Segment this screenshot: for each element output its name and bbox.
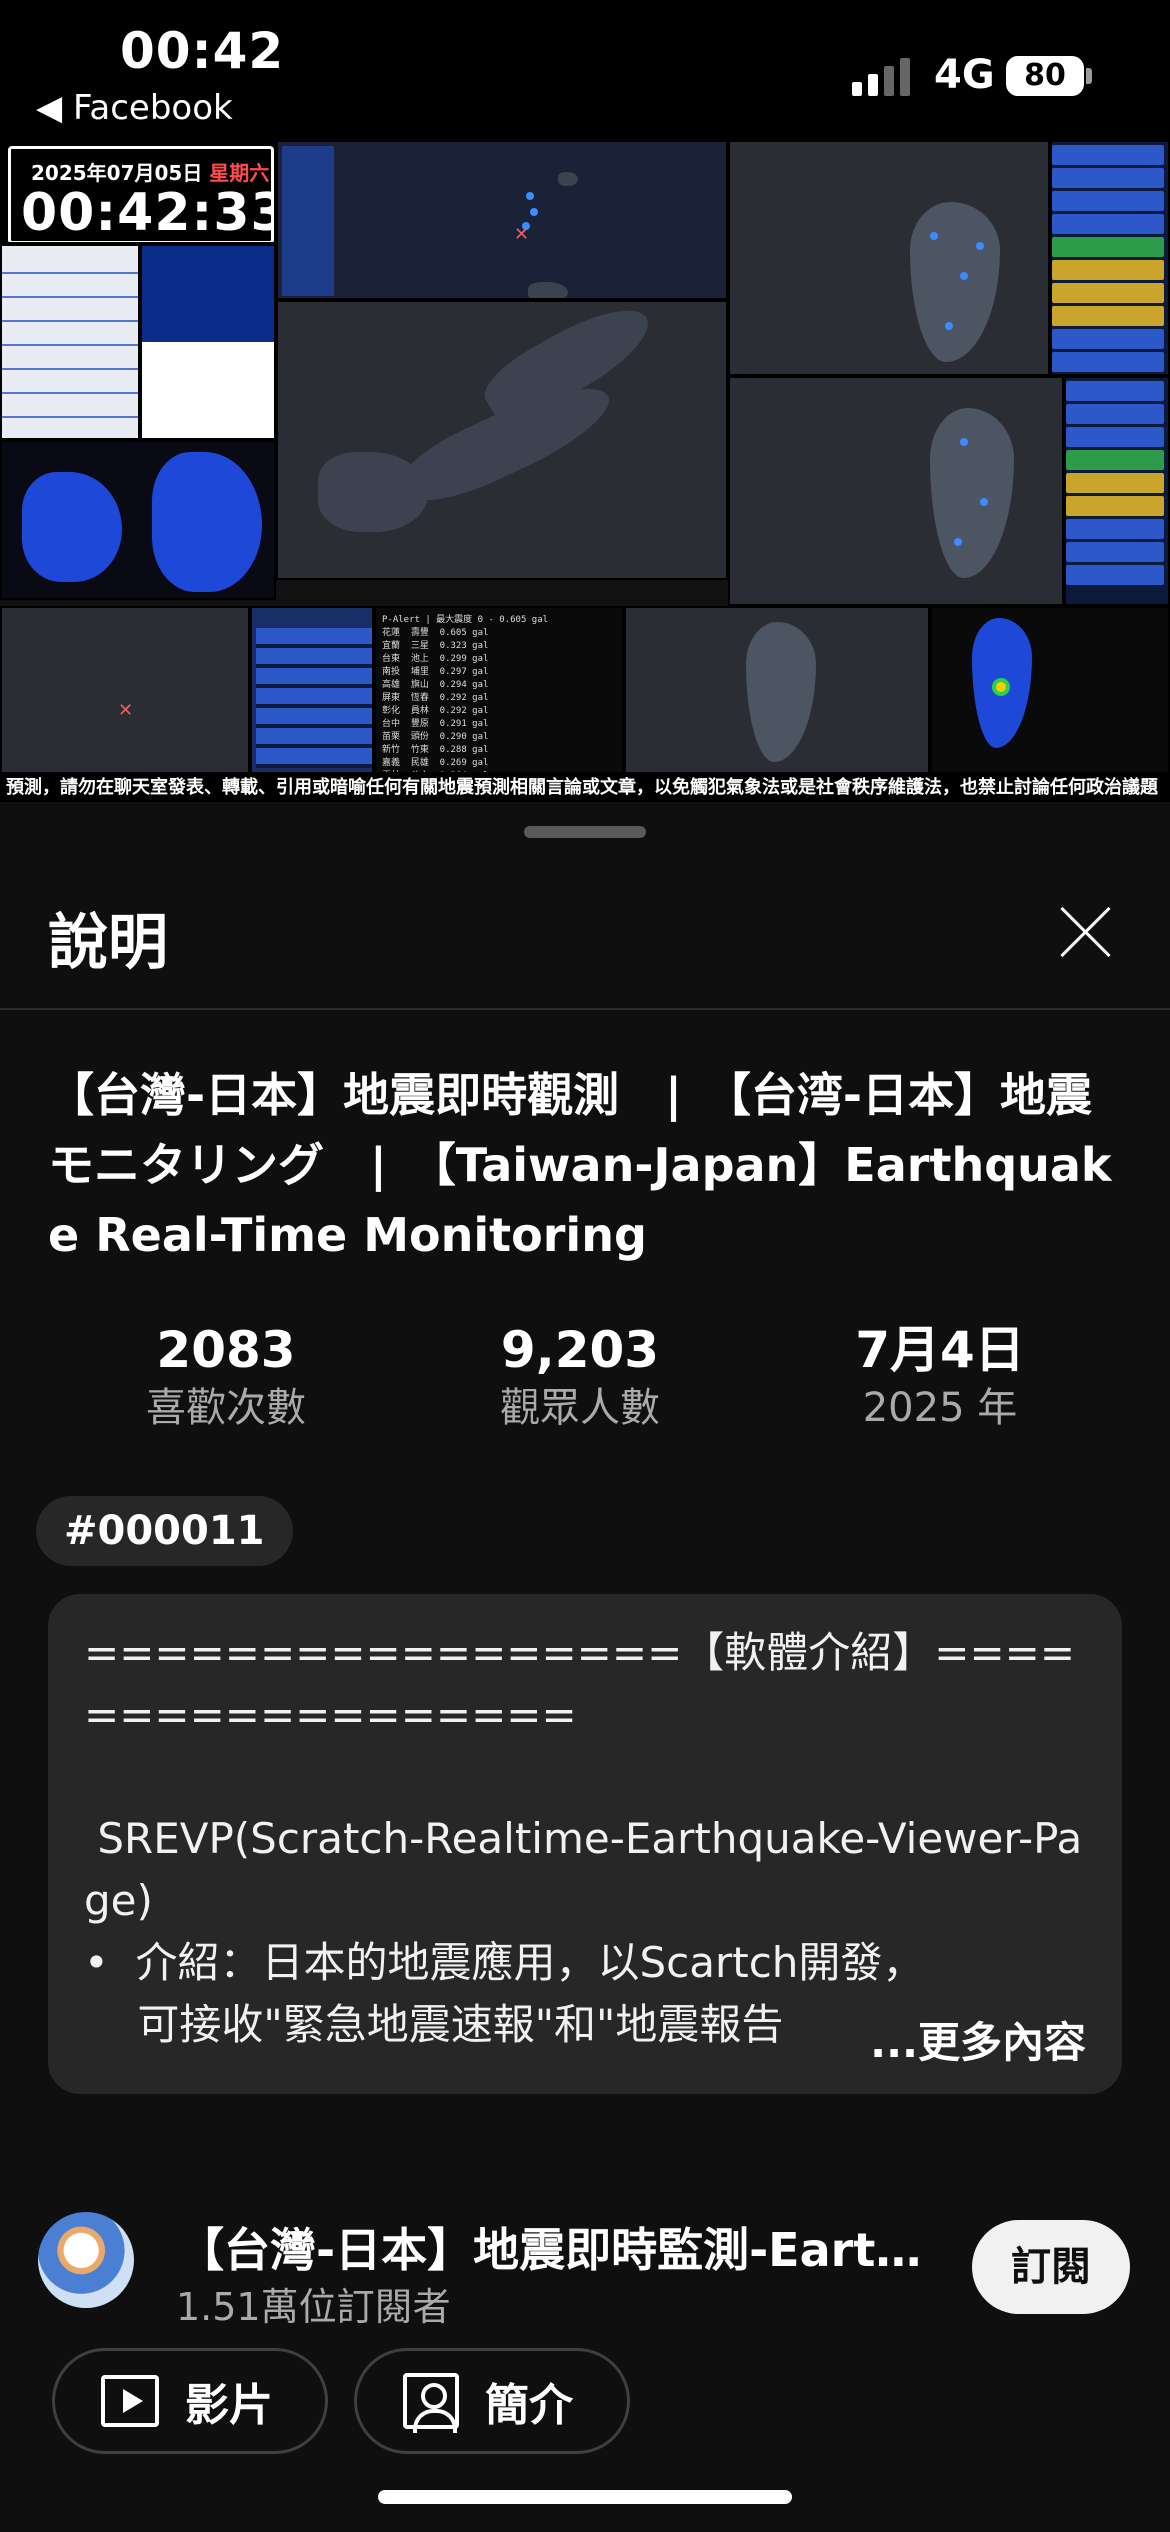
status-bar: 00:42 ◀ Facebook 4G 80 xyxy=(0,0,1170,140)
description-sheet: 說明 【台灣-日本】地震即時觀測 | 【台湾-日本】地震モニタリング | 【Ta… xyxy=(0,804,1170,2532)
subscriber-count: 1.51萬位訂閱者 xyxy=(176,2285,451,2329)
date-value: 7月4日 xyxy=(855,1321,1025,1379)
viewers-count: 9,203 xyxy=(500,1321,660,1379)
person-icon xyxy=(403,2373,459,2433)
likes-count: 2083 xyxy=(156,1321,296,1379)
description-box[interactable]: =================【軟體介紹】=================… xyxy=(48,1594,1122,2094)
japan-map-panel xyxy=(276,300,728,580)
back-to-app-link[interactable]: ◀ Facebook xyxy=(36,88,233,128)
channel-name[interactable]: 【台灣-日本】地震即時監測-Earthquake Real-Time Monit… xyxy=(178,2214,938,2280)
videos-button[interactable]: 影片 xyxy=(52,2348,328,2454)
viewers-stat: 9,203 觀眾人數 xyxy=(450,1320,710,1436)
japan-blue-map-panel xyxy=(0,440,276,600)
description-text: =================【軟體介紹】=================… xyxy=(84,1628,1083,2049)
back-app-label: Facebook xyxy=(72,88,233,128)
battery-cap xyxy=(1086,68,1092,84)
taiwan-map-top-panel xyxy=(728,140,1050,376)
about-button[interactable]: 簡介 xyxy=(354,2348,630,2454)
divider xyxy=(0,1008,1170,1010)
sheet-grabber[interactable] xyxy=(524,826,646,838)
close-icon[interactable] xyxy=(1056,902,1116,962)
channel-row[interactable]: 【台灣-日本】地震即時監測-Earthquake Real-Time Monit… xyxy=(0,2200,1170,2329)
taiwan-report-list-panel xyxy=(1064,376,1170,606)
japan-intensity-panel xyxy=(140,244,276,440)
taiwan-map-bottom-panel xyxy=(624,606,930,774)
video-title: 【台灣-日本】地震即時觀測 | 【台湾-日本】地震モニタリング | 【Taiwa… xyxy=(48,1068,1112,1262)
taiwan-intensity-panel xyxy=(930,606,1170,774)
clock-panel: 2025年07月05日 星期六 00:42:33 xyxy=(0,140,276,244)
disclaimer-ticker: 預測，請勿在聊天室發表、轉載、引用或暗喻任何有關地震預測相關言論或文章，以免觸犯… xyxy=(0,774,1170,802)
about-label: 簡介 xyxy=(485,2380,573,2431)
p-alert-table-panel: P-Alert | 最大震度 0 - 0.605 gal 花蓮 壽豐 0.605… xyxy=(374,606,624,774)
likes-label: 喜歡次數 xyxy=(146,1385,306,1431)
cellular-signal-icon xyxy=(852,58,910,96)
avatar[interactable] xyxy=(38,2212,134,2308)
battery-icon: 80 xyxy=(1006,56,1084,96)
network-type: 4G xyxy=(934,52,995,98)
clock-box: 2025年07月05日 星期六 00:42:33 xyxy=(8,146,276,243)
clock-time: 00:42:33 xyxy=(21,183,276,243)
sheet-title: 說明 xyxy=(48,908,168,978)
date-stat: 7月4日 2025 年 xyxy=(810,1320,1070,1436)
video-player[interactable]: 2025年07月05日 星期六 00:42:33 ✕ ✕ P-Alert | 最… xyxy=(0,140,1170,804)
clock-date: 2025年07月05日 星期六 xyxy=(31,161,270,185)
taiwan-map-middle-panel xyxy=(728,376,1064,606)
taiwan-quake-list-panel xyxy=(1050,140,1170,376)
more-button[interactable]: ...更多內容 xyxy=(780,2012,1086,2074)
tokara-map-panel: ✕ xyxy=(0,606,250,774)
quake-list-panel xyxy=(0,244,140,440)
viewers-label: 觀眾人數 xyxy=(500,1385,660,1431)
date-year: 2025 年 xyxy=(862,1385,1018,1431)
jma-report-list-panel xyxy=(250,606,374,774)
likes-stat: 2083 喜歡次數 xyxy=(96,1320,356,1436)
play-icon xyxy=(101,2375,159,2427)
hashtag-chip[interactable]: #000011 xyxy=(36,1496,293,1566)
status-time: 00:42 xyxy=(120,22,285,80)
home-indicator[interactable] xyxy=(378,2490,792,2504)
videos-label: 影片 xyxy=(185,2380,273,2431)
subscribe-button[interactable]: 訂閱 xyxy=(972,2220,1130,2314)
sea-map-panel: ✕ xyxy=(276,140,728,300)
